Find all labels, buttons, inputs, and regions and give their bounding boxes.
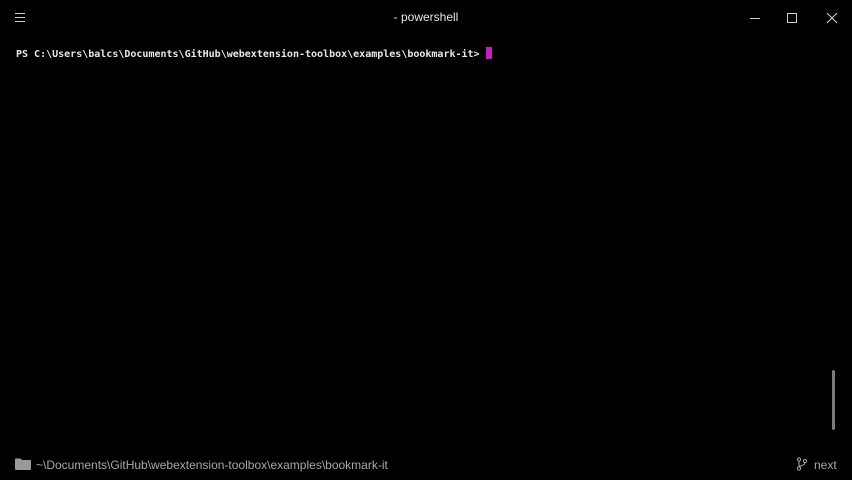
- scrollbar-thumb[interactable]: [832, 370, 835, 430]
- terminal-window: - powershell PS C:\Users\balcs\Documents…: [0, 0, 852, 480]
- close-icon: [826, 12, 838, 24]
- minimize-button[interactable]: [741, 4, 769, 32]
- close-button[interactable]: [818, 4, 846, 32]
- window-title: - powershell: [393, 10, 459, 24]
- terminal-output[interactable]: PS C:\Users\balcs\Documents\GitHub\webex…: [0, 36, 852, 448]
- git-branch-icon: [796, 457, 808, 471]
- git-branch-name: next: [814, 458, 837, 472]
- title-bar[interactable]: - powershell: [0, 0, 852, 36]
- prompt-text: PS C:\Users\balcs\Documents\GitHub\webex…: [16, 49, 480, 60]
- folder-icon: [15, 458, 31, 470]
- maximize-icon: [787, 13, 797, 23]
- status-bar: ~\Documents\GitHub\webextension-toolbox\…: [0, 452, 852, 478]
- text-cursor: [485, 47, 492, 59]
- maximize-button[interactable]: [778, 4, 806, 32]
- prompt-line: PS C:\Users\balcs\Documents\GitHub\webex…: [16, 47, 492, 62]
- minimize-icon: [750, 18, 760, 19]
- current-path: ~\Documents\GitHub\webextension-toolbox\…: [36, 458, 388, 472]
